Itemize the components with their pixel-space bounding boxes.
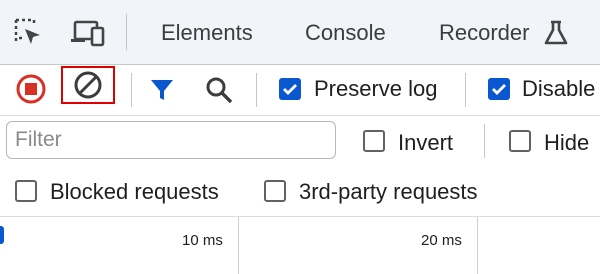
third-party-requests-label: 3rd-party requests xyxy=(299,179,478,204)
blocked-requests-label: Blocked requests xyxy=(50,179,219,204)
hide-checkbox[interactable] xyxy=(509,130,531,152)
timeline-gridline xyxy=(238,217,239,274)
tab-recorder[interactable]: Recorder xyxy=(439,20,529,46)
timeline-tick-label: 10 ms xyxy=(182,232,223,249)
invert-label: Invert xyxy=(398,130,454,155)
disable-cache-checkbox[interactable] xyxy=(488,78,510,100)
blocked-requests-checkbox[interactable] xyxy=(15,180,37,202)
checkmark-icon xyxy=(283,84,297,95)
tab-console[interactable]: Console xyxy=(305,20,386,46)
timeline-overview[interactable] xyxy=(0,217,600,274)
timeline-handle[interactable] xyxy=(0,226,4,244)
tab-separator xyxy=(126,14,127,50)
checkmark-icon xyxy=(492,84,506,95)
timeline-gridline xyxy=(477,217,478,274)
clear-icon xyxy=(74,71,102,99)
flask-icon xyxy=(544,20,568,45)
disable-cache-label: Disable xyxy=(522,76,596,101)
preserve-log-label: Preserve log xyxy=(314,76,438,101)
network-toolbar: Preserve log Disable xyxy=(0,65,600,116)
hide-label: Hide xyxy=(544,130,590,155)
clear-button[interactable] xyxy=(61,66,115,104)
invert-checkbox[interactable] xyxy=(363,130,385,152)
tab-elements[interactable]: Elements xyxy=(161,20,253,46)
filter-icon[interactable] xyxy=(149,77,175,103)
filter-input[interactable] xyxy=(6,121,336,159)
select-element-icon[interactable] xyxy=(14,18,44,48)
stop-recording-icon[interactable] xyxy=(15,73,47,105)
devtools-tab-bar: Elements Console Recorder xyxy=(0,0,600,65)
toolbar-separator xyxy=(256,73,257,107)
third-party-requests-checkbox[interactable] xyxy=(264,180,286,202)
preserve-log-checkbox[interactable] xyxy=(279,78,301,100)
toolbar-separator xyxy=(131,73,132,107)
filter-separator xyxy=(484,124,485,158)
device-toolbar-icon[interactable] xyxy=(70,19,106,47)
toolbar-separator xyxy=(465,73,466,107)
timeline-tick-label: 20 ms xyxy=(421,232,462,249)
search-icon[interactable] xyxy=(204,75,234,105)
